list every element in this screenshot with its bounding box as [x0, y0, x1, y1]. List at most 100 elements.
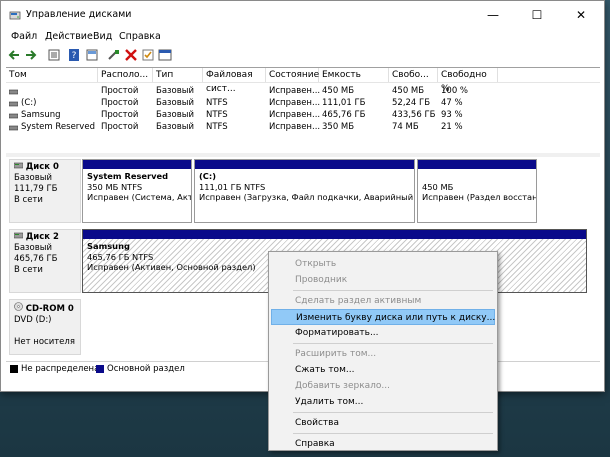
partition-size: 111,01 ГБ NTFS [199, 181, 266, 192]
context-menu-item: Сделать раздел активным [295, 296, 422, 306]
context-menu-separator [293, 343, 493, 344]
partition-status: Исправен (Система, Акти [87, 192, 192, 202]
menu-action[interactable]: Действие [45, 31, 93, 42]
partition-system-reserved[interactable]: System Reserved 350 МБ NTFS Исправен (Си… [82, 159, 192, 223]
volume-cell: Исправен... [269, 86, 321, 96]
disk-name: CD-ROM 0 [25, 304, 74, 314]
disk-type: Базовый [14, 243, 53, 253]
volume-cell: NTFS [206, 110, 228, 120]
minimize-button[interactable]: — [471, 1, 515, 29]
disk-status: В сети [14, 195, 43, 205]
partition-type-bar [83, 160, 191, 169]
disk-size: 465,76 ГБ [14, 254, 58, 264]
context-menu-separator [293, 412, 493, 413]
hard-disk-icon [13, 162, 24, 169]
column-header-filesystem[interactable]: Файловая сист... [203, 68, 266, 94]
help-icon[interactable]: ? [67, 48, 81, 62]
column-header-volume[interactable]: Том [6, 68, 98, 82]
context-menu-separator [293, 290, 493, 291]
partition-type-bar [418, 160, 536, 169]
volume-cell: 47 % [441, 98, 463, 108]
partition-type-bar [195, 160, 414, 169]
volume-cell[interactable]: (C:) [21, 97, 36, 109]
partition-c-drive[interactable]: (C:) 111,01 ГБ NTFS Исправен (Загрузка, … [194, 159, 415, 223]
column-header-layout[interactable]: Располо... [98, 68, 153, 82]
volume-cell: 450 МБ [392, 86, 425, 96]
context-menu-item[interactable]: Форматировать... [271, 325, 495, 341]
volume-cell: Базовый [156, 98, 195, 108]
volume-cell: 93 % [441, 110, 463, 120]
partition-size: 450 МБ [422, 181, 454, 192]
column-header-type[interactable]: Тип [153, 68, 203, 82]
context-menu-item[interactable]: Изменить букву диска или путь к диску... [271, 309, 495, 325]
menu-view[interactable]: Вид [93, 31, 112, 42]
partition-name: Samsung [87, 241, 130, 251]
volume-cell: Простой [101, 110, 139, 120]
context-menu-item: Проводник [295, 275, 348, 285]
volume-cell: Исправен... [269, 122, 321, 132]
disk-label[interactable]: CD-ROM 0 DVD (D:) Нет носителя [9, 299, 81, 355]
toolbar: ? [1, 45, 604, 65]
partition-name: System Reserved [87, 171, 169, 181]
volume-cell[interactable]: Samsung [21, 109, 60, 121]
context-menu-item[interactable]: Свойства [271, 415, 495, 431]
partition-type-bar [83, 230, 586, 239]
partition-size: 350 МБ NTFS [87, 181, 143, 192]
disk-type: Базовый [14, 173, 53, 183]
disk-label[interactable]: Диск 0 Базовый 111,79 ГБ В сети [9, 159, 81, 223]
volume-cell[interactable]: System Reserved [21, 121, 95, 133]
column-header-free-percent[interactable]: Свободно % [438, 68, 498, 94]
close-button[interactable]: ✕ [559, 1, 603, 29]
disk-status: Нет носителя [14, 337, 75, 347]
svg-text:?: ? [72, 51, 77, 61]
disk-row: Диск 0 Базовый 111,79 ГБ В сети System R… [6, 159, 600, 223]
volume-list-header: Том Располо... Тип Файловая сист... Сост… [6, 68, 600, 94]
disk-type: DVD (D:) [14, 315, 52, 325]
volume-cell: 111,01 ГБ [322, 98, 366, 108]
window-icon[interactable] [158, 48, 172, 62]
volume-cell: 21 % [441, 122, 463, 132]
back-icon[interactable] [7, 48, 21, 62]
disk-size: 111,79 ГБ [14, 184, 58, 194]
context-menu-item[interactable]: Удалить том... [271, 394, 495, 410]
menu-file[interactable]: Файл [11, 31, 37, 42]
window-title: Управление дисками [26, 9, 132, 20]
volume-list: Том Располо... Тип Файловая сист... Сост… [6, 67, 600, 155]
volume-cell: 350 МБ [322, 122, 355, 132]
volume-cell: Простой [101, 98, 139, 108]
disk-name: Диск 0 [25, 162, 59, 172]
context-menu-item[interactable]: Сжать том... [271, 362, 495, 378]
help-topics-icon[interactable] [85, 48, 99, 62]
properties-icon[interactable] [47, 48, 61, 62]
partition-recovery[interactable]: 450 МБ Исправен (Раздел восстано [417, 159, 537, 223]
volume-cell: 450 МБ [322, 86, 355, 96]
volume-cell: 74 МБ [392, 122, 419, 132]
column-header-free[interactable]: Свобо... [389, 68, 438, 82]
check-icon[interactable] [141, 48, 155, 62]
volume-cell: Простой [101, 86, 139, 96]
disk-label[interactable]: Диск 2 Базовый 465,76 ГБ В сети [9, 229, 81, 293]
context-menu: Открыть Проводник Сделать раздел активным И… [268, 251, 498, 451]
menu-help[interactable]: Справка [119, 31, 161, 42]
context-menu-separator [293, 433, 493, 434]
context-menu-item: Добавить зеркало... [295, 381, 390, 391]
column-header-capacity[interactable]: Емкость [319, 68, 389, 82]
volume-cell: 433,56 ГБ [392, 110, 436, 120]
title-bar[interactable]: Управление дисками — ☐ ✕ [1, 1, 604, 29]
legend-swatch-unallocated [10, 365, 18, 373]
volume-cell: Базовый [156, 86, 195, 96]
delete-icon[interactable] [124, 48, 138, 62]
hard-disk-icon [13, 232, 24, 239]
forward-icon[interactable] [24, 48, 38, 62]
volume-cell: Базовый [156, 122, 195, 132]
volume-icon [9, 125, 18, 131]
partition-status: Исправен (Раздел восстано [422, 192, 537, 202]
legend-label-unallocated: Не распределена [21, 364, 100, 374]
maximize-button[interactable]: ☐ [515, 1, 559, 29]
context-menu-item[interactable]: Справка [271, 436, 495, 452]
volume-cell: Базовый [156, 110, 195, 120]
partition-name: (C:) [199, 171, 216, 181]
column-header-status[interactable]: Состояние [266, 68, 319, 82]
connect-icon[interactable] [107, 48, 121, 62]
volume-cell: Исправен... [269, 98, 321, 108]
